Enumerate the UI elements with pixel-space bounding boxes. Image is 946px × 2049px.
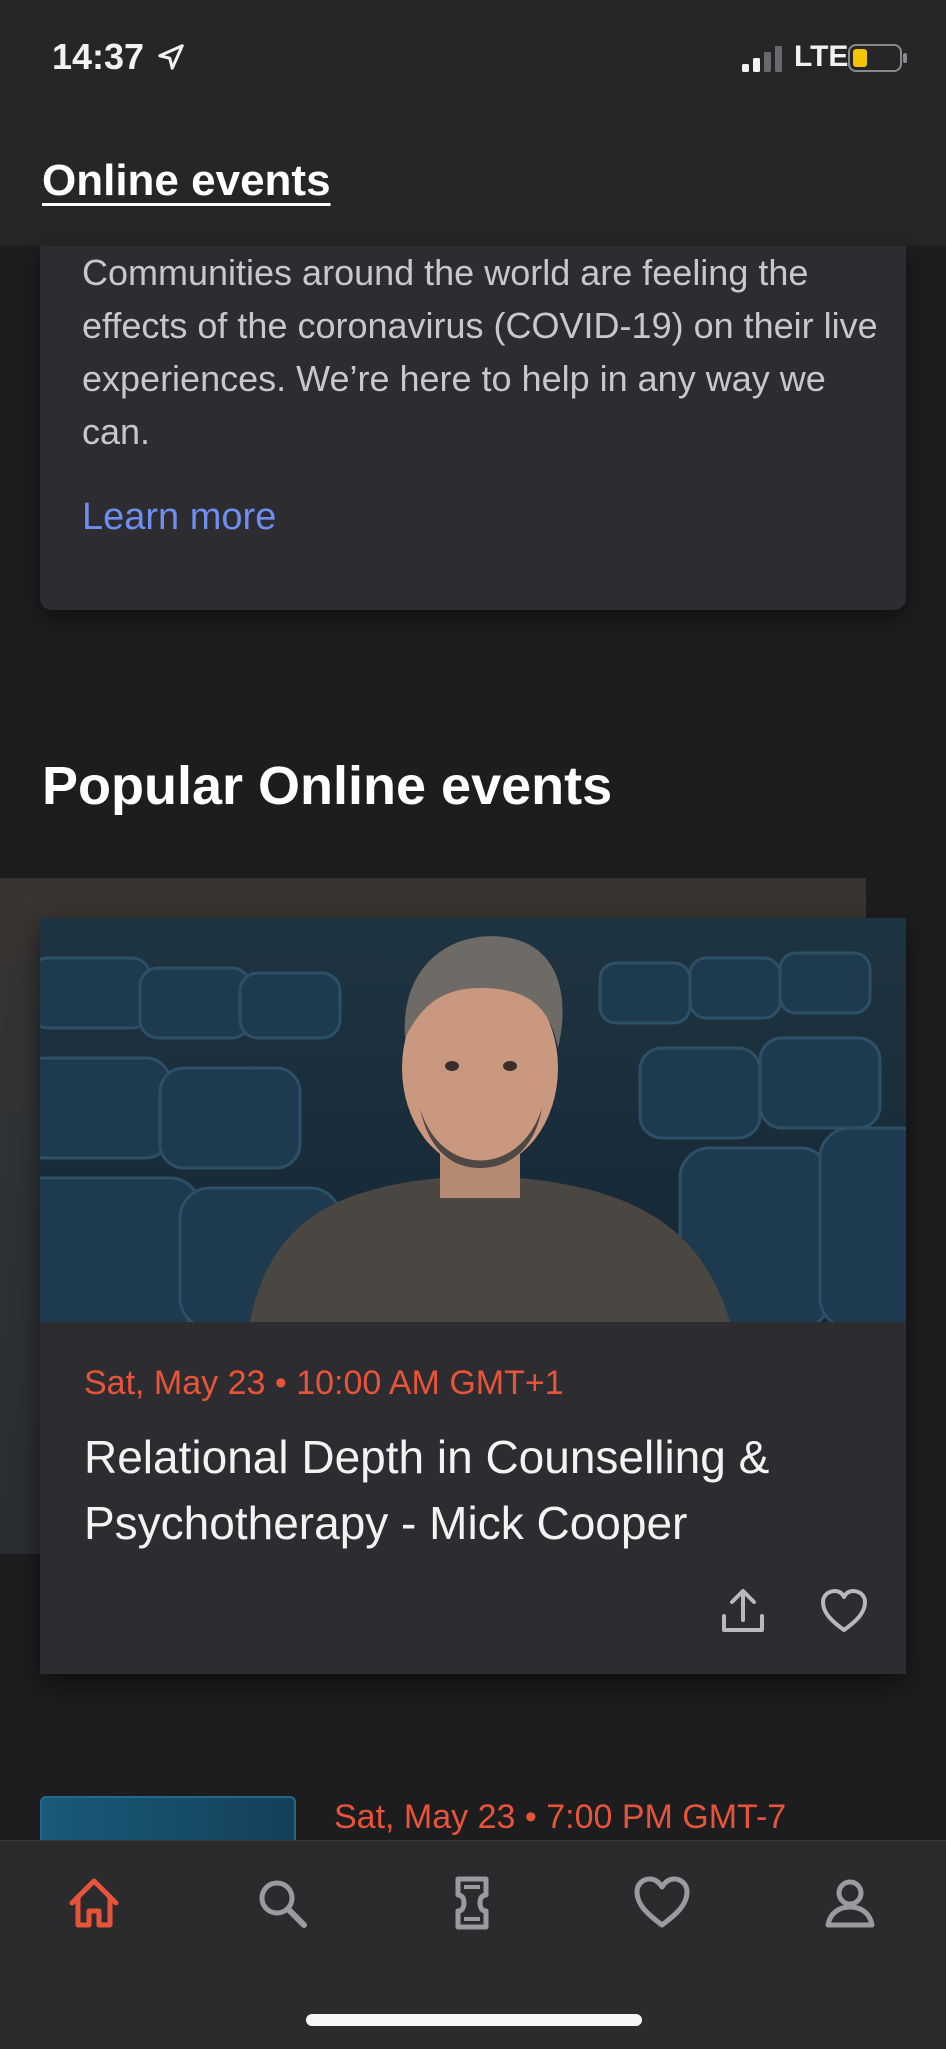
battery-icon xyxy=(848,44,907,72)
status-bar: 14:37 LTE xyxy=(0,0,946,116)
covid-info-card: Communities around the world are feeling… xyxy=(40,246,906,610)
ticket-icon[interactable] xyxy=(442,1873,502,1933)
learn-more-link[interactable]: Learn more xyxy=(82,496,276,539)
page-header: Online events xyxy=(0,116,946,246)
event-card[interactable]: Sat, May 23 • 10:00 AM GMT+1 Relational … xyxy=(40,918,906,1674)
home-indicator[interactable] xyxy=(306,2014,642,2026)
search-icon[interactable] xyxy=(252,1873,312,1933)
signal-icon xyxy=(742,46,782,72)
heart-icon[interactable] xyxy=(632,1873,692,1933)
section-title: Popular Online events xyxy=(42,756,613,816)
event-image[interactable] xyxy=(40,918,906,1322)
event-title[interactable]: Relational Depth in Counselling & Psycho… xyxy=(84,1424,884,1556)
event-date: Sat, May 23 • 10:00 AM GMT+1 xyxy=(84,1364,564,1402)
next-event-date: Sat, May 23 • 7:00 PM GMT-7 xyxy=(334,1798,787,1836)
status-time: 14:37 xyxy=(52,36,145,77)
network-label: LTE xyxy=(794,40,849,73)
next-event-thumbnail[interactable] xyxy=(40,1796,296,1842)
page-title[interactable]: Online events xyxy=(42,156,331,206)
profile-icon[interactable] xyxy=(820,1873,880,1933)
location-arrow-icon xyxy=(158,44,184,70)
heart-icon[interactable] xyxy=(820,1588,868,1634)
speaker-photo-icon xyxy=(40,918,906,1322)
home-icon[interactable] xyxy=(64,1873,124,1933)
covid-info-text: Communities around the world are feeling… xyxy=(82,252,878,452)
share-icon[interactable] xyxy=(718,1586,768,1636)
